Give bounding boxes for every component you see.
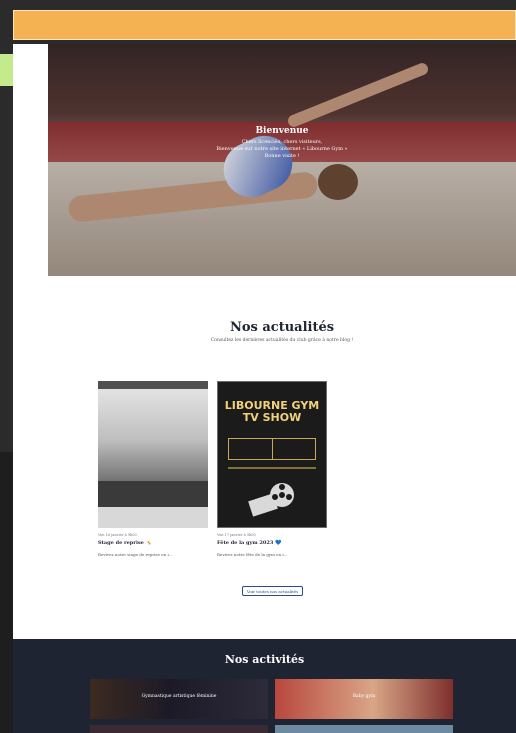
hero-line-1: Chers licenciés, chers visiteurs, — [241, 139, 323, 145]
hero-banner: Bienvenue Chers licenciés, chers visiteu… — [48, 44, 516, 276]
hero-subtitle: Chers licenciés, chers visiteurs, Bienve… — [48, 139, 516, 160]
activity-tile-label: Baby gym — [352, 694, 376, 699]
activities-section: Nos activités Gymnastique artistique fém… — [13, 639, 516, 733]
hero-title: Bienvenue — [255, 126, 309, 136]
hero-line-3: Bonne visite ! — [264, 153, 300, 159]
see-all-news-button[interactable]: Voir toutes nos actualités — [242, 586, 303, 596]
poster-title: LIBOURNE GYM TV SHOW — [218, 400, 326, 424]
news-card[interactable]: Ven 16 janvier à 9h00 Stage de reprise 🤸… — [98, 381, 208, 557]
activity-tile-label: Gymnastique artistique féminine — [141, 694, 217, 699]
news-card-excerpt: Revivez notre stage de reprise en i... — [98, 552, 173, 557]
activity-tile[interactable] — [275, 725, 453, 733]
news-card-title[interactable]: Fête de la gym 2023 💙 — [217, 540, 327, 548]
news-card-date: Ven 16 janvier à 9h00 — [98, 533, 137, 537]
hero-overlay — [48, 44, 516, 276]
film-reel-icon — [248, 483, 294, 517]
left-dark-panel — [0, 452, 13, 733]
activities-title: Nos activités — [224, 653, 305, 666]
news-card-poster[interactable]: LIBOURNE GYM TV SHOW — [217, 381, 327, 528]
news-card-excerpt: Revivez notre fête de la gym en i... — [217, 552, 288, 557]
news-card[interactable]: LIBOURNE GYM TV SHOW Ven 17 janvier à 9h… — [217, 381, 327, 557]
activity-tile[interactable]: Gymnastique artistique féminine — [90, 679, 268, 719]
news-subtitle: Consultez les dernières actualités du cl… — [210, 338, 354, 343]
poster-info-box — [228, 438, 316, 460]
top-banner — [13, 10, 516, 40]
hero-line-2: Bienvenue sur notre site internet « Libo… — [216, 146, 348, 152]
activity-tile[interactable] — [90, 725, 268, 733]
poster-divider — [228, 467, 316, 469]
news-title: Nos actualités — [229, 320, 335, 335]
activity-tile[interactable]: Baby gym — [275, 679, 453, 719]
poster-title-line-2: TV SHOW — [242, 411, 302, 424]
news-card-title[interactable]: Stage de reprise 🤸 — [98, 540, 208, 548]
news-card-date: Ven 17 janvier à 9h00 — [217, 533, 256, 537]
news-card-image[interactable] — [98, 381, 208, 528]
page-content: Bienvenue Chers licenciés, chers visiteu… — [13, 44, 516, 733]
